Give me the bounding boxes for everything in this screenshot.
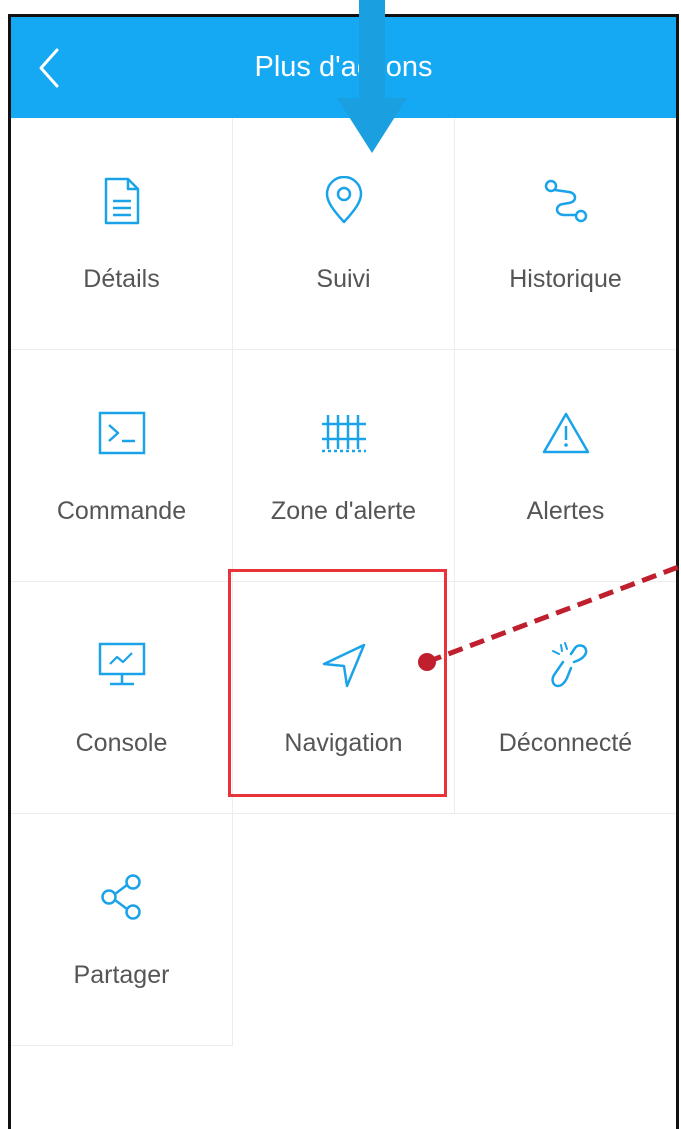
page-title: Plus d'actions — [254, 51, 433, 83]
action-historique[interactable]: Historique — [455, 118, 676, 350]
route-icon — [544, 179, 587, 223]
action-label: Zone d'alerte — [270, 497, 417, 525]
action-partager[interactable]: Partager — [11, 814, 233, 1046]
broken-link-icon — [550, 642, 587, 688]
navigation-arrow-icon — [322, 643, 365, 688]
action-label: Commande — [56, 497, 187, 525]
action-label: Historique — [509, 265, 622, 293]
share-icon — [100, 874, 141, 920]
monitor-chart-icon — [98, 642, 145, 686]
fence-icon — [321, 415, 366, 453]
action-zone-alerte[interactable]: Zone d'alerte — [233, 350, 455, 582]
terminal-icon — [98, 411, 145, 455]
action-label: Navigation — [284, 729, 403, 757]
app-header: Plus d'actions — [11, 17, 676, 118]
action-deconnecte[interactable]: Déconnecté — [455, 582, 676, 814]
action-alertes[interactable]: Alertes — [455, 350, 676, 582]
phone-frame: Plus d'actions Détails Suivi Historique … — [8, 14, 679, 1129]
action-label: Partager — [73, 961, 170, 989]
action-navigation[interactable]: Navigation — [233, 582, 455, 814]
action-label: Alertes — [526, 497, 605, 525]
action-commande[interactable]: Commande — [11, 350, 233, 582]
location-pin-icon — [325, 176, 362, 224]
action-suivi[interactable]: Suivi — [233, 118, 455, 350]
warning-icon — [542, 412, 589, 454]
action-label: Suivi — [316, 265, 371, 293]
action-label: Console — [75, 729, 168, 757]
action-label: Détails — [83, 265, 160, 293]
action-details[interactable]: Détails — [11, 118, 233, 350]
action-label: Déconnecté — [498, 729, 633, 757]
action-console[interactable]: Console — [11, 582, 233, 814]
document-icon — [104, 177, 139, 225]
